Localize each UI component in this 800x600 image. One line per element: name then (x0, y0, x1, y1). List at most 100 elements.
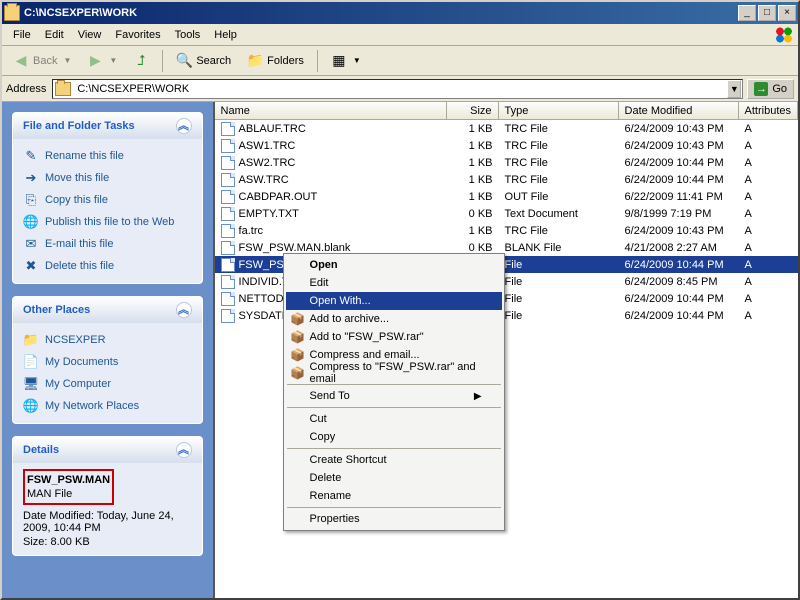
task-label: Move this file (45, 172, 109, 184)
file-size: 0 KB (447, 242, 499, 254)
chevron-up-icon[interactable]: ︽ (176, 302, 192, 318)
forward-button[interactable]: ▶ ▼ (80, 50, 124, 72)
chevron-down-icon[interactable]: ▼ (727, 80, 741, 98)
menu-tools[interactable]: Tools (168, 27, 208, 43)
file-icon (221, 190, 235, 204)
details-filetype: MAN File (27, 487, 110, 501)
place-link[interactable]: 🌐My Network Places (23, 395, 192, 417)
file-icon (221, 224, 235, 238)
col-date[interactable]: Date Modified (619, 102, 739, 119)
ctx-send-to[interactable]: Send To▶ (286, 387, 502, 405)
file-attr: A (739, 140, 798, 152)
place-icon: 📄 (23, 354, 39, 370)
file-attr: A (739, 259, 798, 271)
file-size: 1 KB (447, 225, 499, 237)
task-link[interactable]: ✎Rename this file (23, 145, 192, 167)
ctx-copy[interactable]: Copy (286, 428, 502, 446)
details-size: Size: 8.00 KB (23, 535, 192, 549)
ctx-open[interactable]: Open (286, 256, 502, 274)
place-link[interactable]: 📄My Documents (23, 351, 192, 373)
ctx-add-archive[interactable]: 📦 Add to archive... (286, 310, 502, 328)
search-icon: 🔍 (176, 53, 192, 69)
file-row[interactable]: ASW.TRC1 KBTRC File6/24/2009 10:44 PMA (215, 171, 798, 188)
task-link[interactable]: ⎘Copy this file (23, 189, 192, 211)
chevron-up-icon[interactable]: ︽ (176, 118, 192, 134)
menu-favorites[interactable]: Favorites (108, 27, 167, 43)
folders-icon: 📁 (247, 53, 263, 69)
up-button[interactable]: ⮥ (126, 50, 156, 72)
place-link[interactable]: 📁NCSEXPER (23, 329, 192, 351)
file-size: 1 KB (447, 191, 499, 203)
chevron-down-icon: ▼ (63, 56, 71, 65)
file-date: 6/24/2009 8:45 PM (619, 276, 739, 288)
col-size[interactable]: Size (447, 102, 499, 119)
task-link[interactable]: ✉E-mail this file (23, 233, 192, 255)
file-name: ABLAUF.TRC (239, 123, 306, 135)
views-button[interactable]: ▦ ▼ (324, 50, 368, 72)
file-row[interactable]: fa.trc1 KBTRC File6/24/2009 10:43 PMA (215, 222, 798, 239)
col-name[interactable]: Name (215, 102, 447, 119)
ctx-delete[interactable]: Delete (286, 469, 502, 487)
panel-header[interactable]: Other Places ︽ (13, 297, 202, 323)
file-row[interactable]: EMPTY.TXT0 KBText Document9/8/1999 7:19 … (215, 205, 798, 222)
address-combo[interactable]: ▼ (52, 79, 743, 99)
col-type[interactable]: Type (499, 102, 619, 119)
ctx-compress-rar-email[interactable]: 📦 Compress to "FSW_PSW.rar" and email (286, 364, 502, 382)
file-date: 6/24/2009 10:43 PM (619, 123, 739, 135)
ctx-cut[interactable]: Cut (286, 410, 502, 428)
ctx-rename[interactable]: Rename (286, 487, 502, 505)
details-panel: Details ︽ FSW_PSW.MAN MAN File Date Modi… (12, 436, 203, 556)
place-link[interactable]: 🖥My Computer (23, 373, 192, 395)
file-type: TRC File (499, 174, 619, 186)
chevron-up-icon[interactable]: ︽ (176, 442, 192, 458)
menu-file[interactable]: File (6, 27, 38, 43)
submenu-arrow-icon: ▶ (474, 391, 482, 402)
file-list-pane: Name Size Type Date Modified Attributes … (213, 102, 798, 598)
folder-icon (4, 5, 20, 21)
search-button[interactable]: 🔍 Search (169, 50, 238, 72)
file-attr: A (739, 123, 798, 135)
task-label: Publish this file to the Web (45, 216, 174, 228)
address-input[interactable] (75, 81, 727, 97)
file-icon (221, 173, 235, 187)
file-icon (221, 309, 235, 323)
panel-header[interactable]: Details ︽ (13, 437, 202, 463)
task-link[interactable]: ➔Move this file (23, 167, 192, 189)
place-icon: 🌐 (23, 398, 39, 414)
minimize-button[interactable]: _ (738, 5, 756, 21)
task-link[interactable]: ✖Delete this file (23, 255, 192, 277)
file-type: OUT File (499, 191, 619, 203)
col-attr[interactable]: Attributes (739, 102, 798, 119)
panel-header[interactable]: File and Folder Tasks ︽ (13, 113, 202, 139)
file-date: 4/21/2008 2:27 AM (619, 242, 739, 254)
go-button[interactable]: Go (747, 79, 794, 99)
file-attr: A (739, 310, 798, 322)
folders-button[interactable]: 📁 Folders (240, 50, 311, 72)
ctx-add-rar[interactable]: 📦 Add to "FSW_PSW.rar" (286, 328, 502, 346)
file-attr: A (739, 293, 798, 305)
maximize-button[interactable]: □ (758, 5, 776, 21)
ctx-edit[interactable]: Edit (286, 274, 502, 292)
file-row[interactable]: CABDPAR.OUT1 KBOUT File6/22/2009 11:41 P… (215, 188, 798, 205)
column-headers: Name Size Type Date Modified Attributes (215, 102, 798, 120)
title-bar[interactable]: C:\NCSEXPER\WORK _ □ × (2, 2, 798, 24)
file-date: 6/24/2009 10:44 PM (619, 293, 739, 305)
close-button[interactable]: × (778, 5, 796, 21)
menu-view[interactable]: View (71, 27, 109, 43)
file-row[interactable]: ABLAUF.TRC1 KBTRC File6/24/2009 10:43 PM… (215, 120, 798, 137)
menu-help[interactable]: Help (207, 27, 244, 43)
file-row[interactable]: ASW1.TRC1 KBTRC File6/24/2009 10:43 PMA (215, 137, 798, 154)
address-bar: Address ▼ Go (2, 76, 798, 102)
ctx-properties[interactable]: Properties (286, 510, 502, 528)
back-button[interactable]: ◀ Back ▼ (6, 50, 78, 72)
file-type: TRC File (499, 140, 619, 152)
file-name: fa.trc (239, 225, 263, 237)
back-icon: ◀ (13, 53, 29, 69)
details-filename-highlight: FSW_PSW.MAN MAN File (23, 469, 114, 505)
file-row[interactable]: ASW2.TRC1 KBTRC File6/24/2009 10:44 PMA (215, 154, 798, 171)
task-link[interactable]: 🌐Publish this file to the Web (23, 211, 192, 233)
menu-edit[interactable]: Edit (38, 27, 71, 43)
ctx-create-shortcut[interactable]: Create Shortcut (286, 451, 502, 469)
ctx-open-with[interactable]: Open With... (286, 292, 502, 310)
task-label: Copy this file (45, 194, 108, 206)
